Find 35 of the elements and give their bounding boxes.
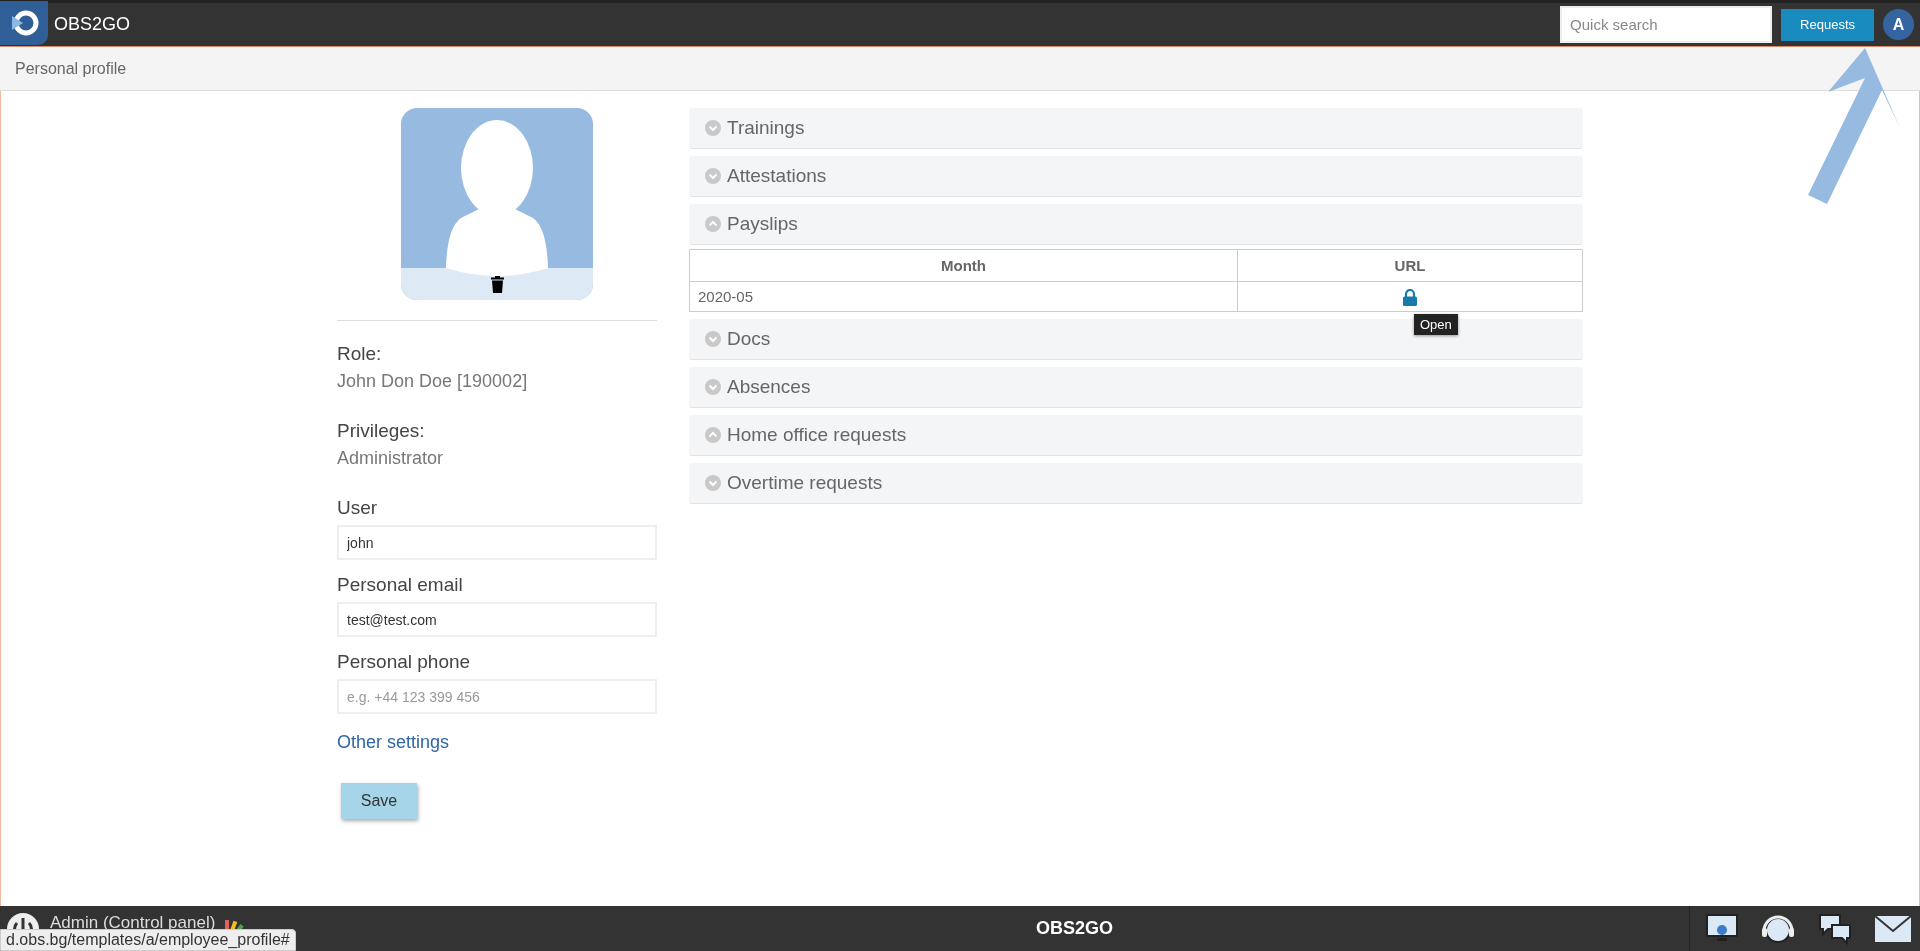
input-field[interactable]: e.g. +44 123 399 456 (337, 679, 657, 714)
requests-button[interactable]: Requests (1781, 8, 1874, 41)
save-button[interactable]: Save (341, 783, 417, 819)
chat-icon[interactable] (1818, 912, 1852, 945)
role-value: John Don Doe [190002] (337, 371, 529, 392)
url-tooltip: d.obs.bg/templates/a/employee_profile# (0, 929, 296, 951)
quick-search-field[interactable]: Quick search (1560, 6, 1773, 43)
accordion-header[interactable]: Trainings (689, 108, 1583, 149)
accordion-header[interactable]: Payslips (689, 204, 1583, 245)
tooltip: Open (1414, 314, 1458, 335)
field-label: User (337, 497, 379, 519)
role-label: Role: (337, 343, 383, 365)
input-field[interactable]: test@test.com (337, 602, 657, 637)
user-avatar[interactable]: A (1883, 9, 1914, 40)
accordion-header[interactable]: Attestations (689, 156, 1583, 197)
input-field[interactable]: john (337, 525, 657, 560)
column-header: URL (1237, 249, 1583, 282)
app-name: OBS2GO (54, 14, 131, 35)
field-label: Personal email (337, 574, 464, 596)
column-header: Month (689, 249, 1238, 282)
footer-app-name: OBS2GO (1036, 918, 1114, 939)
breadcrumb: Personal profile (15, 59, 127, 78)
avatar-icon (401, 108, 593, 300)
privileges-value: Administrator (337, 448, 445, 469)
privileges-label: Privileges: (337, 420, 426, 442)
accordion-header[interactable]: Home office requests (689, 415, 1583, 456)
accordion-header[interactable]: Absences (689, 367, 1583, 408)
lock-icon[interactable] (1403, 288, 1417, 306)
other-settings-link[interactable]: Other settings (337, 732, 450, 753)
accordion-header[interactable]: Overtime requests (689, 463, 1583, 504)
delete-photo-button[interactable] (491, 276, 504, 293)
table-cell: 2020-05 (689, 281, 1238, 312)
field-label: Personal phone (337, 651, 472, 673)
mail-icon[interactable] (1874, 914, 1912, 943)
logo-icon[interactable] (9, 8, 39, 38)
